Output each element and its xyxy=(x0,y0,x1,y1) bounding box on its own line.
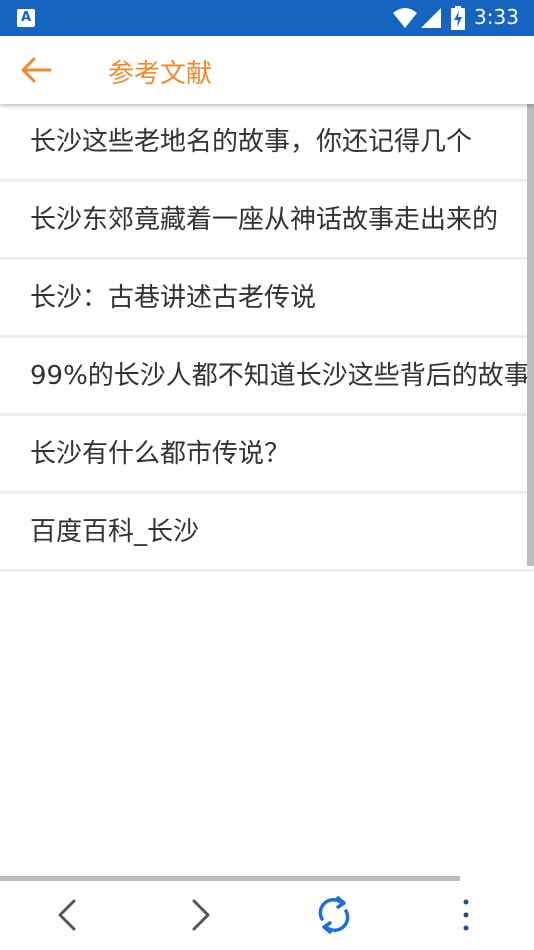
bottom-toolbar xyxy=(0,881,534,950)
list-item-label: 百度百科_长沙 xyxy=(30,517,200,547)
status-time: 3:33 xyxy=(474,5,519,29)
wifi-icon xyxy=(393,8,417,28)
signal-icon xyxy=(421,8,441,28)
list-item[interactable]: 长沙东郊竟藏着一座从神话故事走出来的 xyxy=(0,182,534,260)
refresh-icon xyxy=(318,896,350,934)
list-item[interactable]: 长沙有什么都市传说？ xyxy=(0,416,534,494)
chevron-left-icon xyxy=(58,899,76,931)
list-item-label: 99%的长沙人都不知道长沙这些背后的故事 xyxy=(30,361,530,391)
arrow-left-icon xyxy=(21,57,52,83)
scrollbar[interactable] xyxy=(527,104,534,566)
back-button[interactable] xyxy=(16,52,56,88)
page-title: 参考文献 xyxy=(108,59,213,89)
app-bar: 参考文献 xyxy=(0,36,534,104)
list-item[interactable]: 99%的长沙人都不知道长沙这些背后的故事 xyxy=(0,338,534,416)
more-vert-icon xyxy=(463,899,469,931)
list-item[interactable]: 长沙：古巷讲述古老传说 xyxy=(0,260,534,338)
status-bar: A 3:33 xyxy=(0,0,534,36)
list-item[interactable]: 长沙这些老地名的故事，你还记得几个 xyxy=(0,104,534,182)
list-item-label: 长沙这些老地名的故事，你还记得几个 xyxy=(30,127,473,157)
reference-list: 长沙这些老地名的故事，你还记得几个 长沙东郊竟藏着一座从神话故事走出来的 长沙：… xyxy=(0,104,534,572)
list-item-label: 长沙东郊竟藏着一座从神话故事走出来的 xyxy=(30,205,499,235)
battery-charging-icon xyxy=(451,6,465,30)
list-item-label: 长沙：古巷讲述古老传说 xyxy=(30,283,317,313)
app-notification-icon: A xyxy=(17,9,35,27)
refresh-button[interactable] xyxy=(312,893,356,937)
chevron-right-icon xyxy=(192,899,210,931)
nav-back-button[interactable] xyxy=(46,893,90,937)
list-item-label: 长沙有什么都市传说？ xyxy=(30,439,291,469)
app-notification-letter: A xyxy=(21,10,32,25)
more-options-button[interactable] xyxy=(444,893,488,937)
nav-forward-button[interactable] xyxy=(178,893,222,937)
list-item[interactable]: 百度百科_长沙 xyxy=(0,494,534,572)
